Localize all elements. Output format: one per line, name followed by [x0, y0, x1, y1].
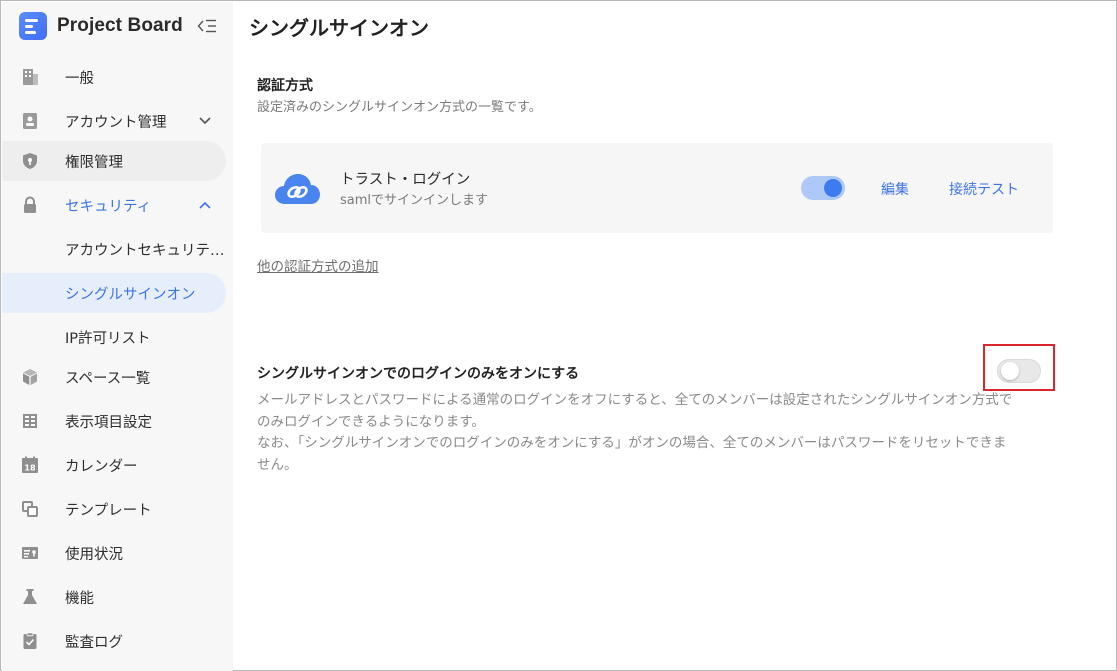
provider-name: トラスト・ログイン	[340, 172, 471, 188]
description-line: なお、「シングルサインオンでのログインのみをオンにする」がオンの場合、全てのメン…	[257, 435, 1007, 451]
sidebar-item-label: セキュリティ	[65, 198, 152, 215]
collapse-sidebar-icon[interactable]	[196, 15, 218, 37]
flask-icon	[20, 587, 40, 607]
sidebar-item-label: シングルサインオン	[65, 286, 196, 303]
provider-subtitle: samlでサインインします	[340, 193, 489, 208]
sidebar-item-spaces[interactable]: スペース一覧	[2, 357, 226, 397]
table-icon	[20, 411, 40, 431]
add-auth-method-link[interactable]: 他の認証方式の追加	[257, 255, 379, 275]
toggle-knob	[824, 179, 842, 197]
usage-icon	[20, 543, 40, 563]
cloud-link-icon	[273, 170, 323, 208]
building-icon	[20, 67, 40, 87]
sso-only-title: シングルサインオンでのログインのみをオンにする	[257, 366, 580, 382]
sidebar-item-general[interactable]: 一般	[2, 57, 226, 97]
app-window: Project Board 一般 アカウント管理 権限管理 セキュリティ アカウ…	[0, 0, 1117, 671]
auth-methods-description: 設定済みのシングルサインオン方式の一覧です。	[257, 100, 542, 115]
page-title: シングルサインオン	[249, 16, 429, 40]
sidebar-item-label: 権限管理	[65, 154, 123, 171]
sidebar-item-features[interactable]: 機能	[2, 577, 226, 617]
sidebar: Project Board 一般 アカウント管理 権限管理 セキュリティ アカウ…	[2, 2, 233, 671]
account-card-icon	[20, 111, 40, 131]
shield-icon	[20, 151, 40, 171]
sidebar-item-label: 機能	[65, 590, 94, 607]
sidebar-item-security[interactable]: セキュリティ	[2, 185, 226, 225]
highlight-box	[983, 344, 1055, 391]
sidebar-item-label: 表示項目設定	[65, 414, 152, 431]
sidebar-item-templates[interactable]: テンプレート	[2, 489, 226, 529]
sso-only-description: メールアドレスとパスワードによる通常のログインをオフにすると、全てのメンバーは設…	[257, 390, 1057, 476]
sidebar-item-label: スペース一覧	[65, 370, 151, 387]
sidebar-item-label: アカウントセキュリテ…	[65, 242, 225, 259]
auth-provider-card: トラスト・ログイン samlでサインインします 編集 接続テスト	[261, 143, 1053, 233]
sidebar-subitem-account-security[interactable]: アカウントセキュリテ…	[2, 229, 226, 269]
sidebar-item-audit-log[interactable]: 監査ログ	[2, 621, 226, 661]
sidebar-item-label: 使用状況	[65, 546, 123, 563]
chevron-up-icon[interactable]	[196, 196, 214, 214]
description-line: メールアドレスとパスワードによる通常のログインをオフにすると、全てのメンバーは設…	[257, 392, 1013, 408]
sidebar-item-permissions[interactable]: 権限管理	[2, 141, 226, 181]
sidebar-item-label: 一般	[65, 70, 94, 87]
sidebar-item-label: カレンダー	[65, 458, 138, 475]
lock-icon	[20, 195, 40, 215]
connection-test-link[interactable]: 接続テスト	[949, 179, 1019, 199]
sidebar-item-label: 監査ログ	[65, 634, 123, 651]
sidebar-subitem-sso[interactable]: シングルサインオン	[2, 273, 226, 313]
sidebar-item-label: IP許可リスト	[65, 330, 151, 347]
project-board-logo-icon	[19, 12, 47, 40]
sidebar-item-calendar[interactable]: 18 カレンダー	[2, 445, 226, 485]
sidebar-item-usage[interactable]: 使用状況	[2, 533, 226, 573]
main-content: シングルサインオン 認証方式 設定済みのシングルサインオン方式の一覧です。 トラ…	[233, 2, 1117, 671]
template-icon	[20, 499, 40, 519]
provider-enable-toggle[interactable]	[801, 176, 845, 200]
sidebar-subitem-ip-allowlist[interactable]: IP許可リスト	[2, 317, 226, 357]
edit-link[interactable]: 編集	[881, 179, 909, 199]
sidebar-item-label: アカウント管理	[65, 114, 167, 131]
clipboard-icon	[20, 631, 40, 651]
chevron-down-icon[interactable]	[196, 112, 214, 130]
calendar-icon: 18	[20, 455, 40, 475]
brand[interactable]: Project Board	[19, 11, 183, 41]
description-line: せん。	[257, 456, 298, 473]
sidebar-item-account-management[interactable]: アカウント管理	[2, 101, 226, 141]
app-title: Project Board	[57, 15, 183, 36]
sidebar-item-label: テンプレート	[65, 502, 152, 519]
sidebar-item-display-fields[interactable]: 表示項目設定	[2, 401, 226, 441]
cube-icon	[20, 367, 40, 387]
svg-text:18: 18	[24, 464, 36, 473]
description-line: のみログインできるようになります。	[257, 413, 485, 430]
auth-methods-title: 認証方式	[257, 78, 313, 94]
